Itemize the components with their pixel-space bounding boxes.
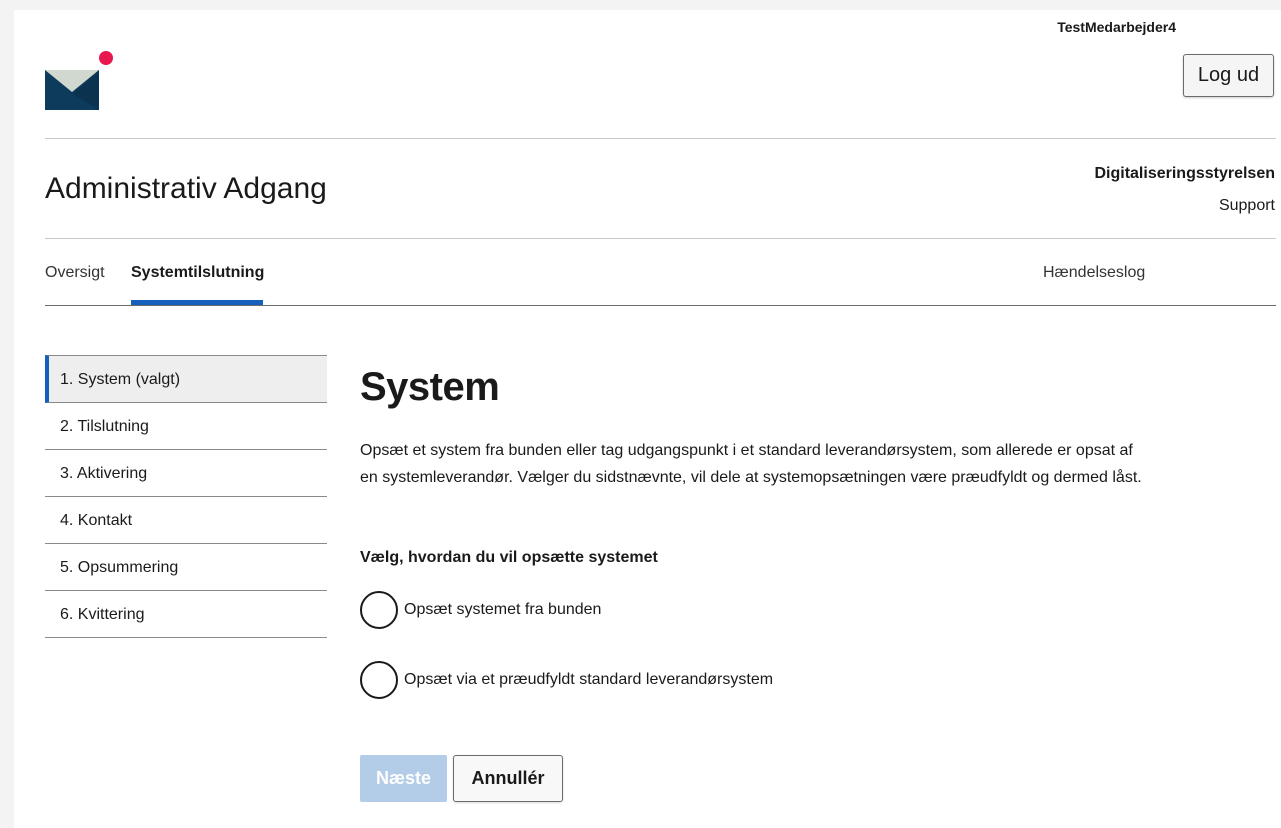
tab-oversigt[interactable]: Oversigt bbox=[45, 264, 105, 297]
step-system[interactable]: 1. System (valgt) bbox=[45, 355, 327, 403]
app-title: Administrativ Adgang bbox=[45, 172, 327, 205]
option-prefilled-system[interactable]: Opsæt via et præudfyldt standard leveran… bbox=[360, 659, 773, 701]
main-content: System Opsæt et system fra bunden eller … bbox=[360, 365, 1160, 802]
nav-divider bbox=[45, 305, 1276, 306]
cancel-button[interactable]: Annullér bbox=[453, 755, 563, 802]
organization-name: Digitaliseringsstyrelsen bbox=[1094, 165, 1275, 182]
tab-haendelseslog[interactable]: Hændelseslog bbox=[1043, 264, 1145, 297]
step-kontakt[interactable]: 4. Kontakt bbox=[45, 497, 327, 544]
step-kvittering[interactable]: 6. Kvittering bbox=[45, 591, 327, 638]
header-divider bbox=[45, 138, 1276, 139]
step-tilslutning[interactable]: 2. Tilslutning bbox=[45, 403, 327, 450]
intro-text: Opsæt et system fra bunden eller tag udg… bbox=[360, 442, 1142, 486]
step-aktivering[interactable]: 3. Aktivering bbox=[45, 450, 327, 497]
setup-question: Vælg, hvordan du vil opsætte systemet bbox=[360, 549, 658, 566]
support-link[interactable]: Support bbox=[1219, 197, 1275, 215]
envelope-logo-icon[interactable] bbox=[45, 48, 115, 112]
option-from-scratch[interactable]: Opsæt systemet fra bunden bbox=[360, 589, 601, 631]
option-label: Opsæt via et præudfyldt standard leveran… bbox=[404, 671, 774, 688]
tab-systemtilslutning[interactable]: Systemtilslutning bbox=[131, 264, 264, 297]
page-heading: System bbox=[360, 365, 500, 409]
option-label: Opsæt systemet fra bunden bbox=[404, 601, 602, 618]
logout-button[interactable]: Log ud bbox=[1183, 54, 1274, 97]
radio-unchecked-icon[interactable] bbox=[360, 661, 398, 699]
next-button[interactable]: Næste bbox=[360, 755, 447, 802]
step-opsummering[interactable]: 5. Opsummering bbox=[45, 544, 327, 591]
title-divider bbox=[45, 238, 1276, 239]
username-label: TestMedarbejder4 bbox=[1057, 19, 1176, 35]
step-list: 1. System (valgt) 2. Tilslutning 3. Akti… bbox=[45, 355, 327, 638]
page: TestMedarbejder4 Log ud Administrativ Ad… bbox=[14, 10, 1281, 828]
radio-unchecked-icon[interactable] bbox=[360, 591, 398, 629]
